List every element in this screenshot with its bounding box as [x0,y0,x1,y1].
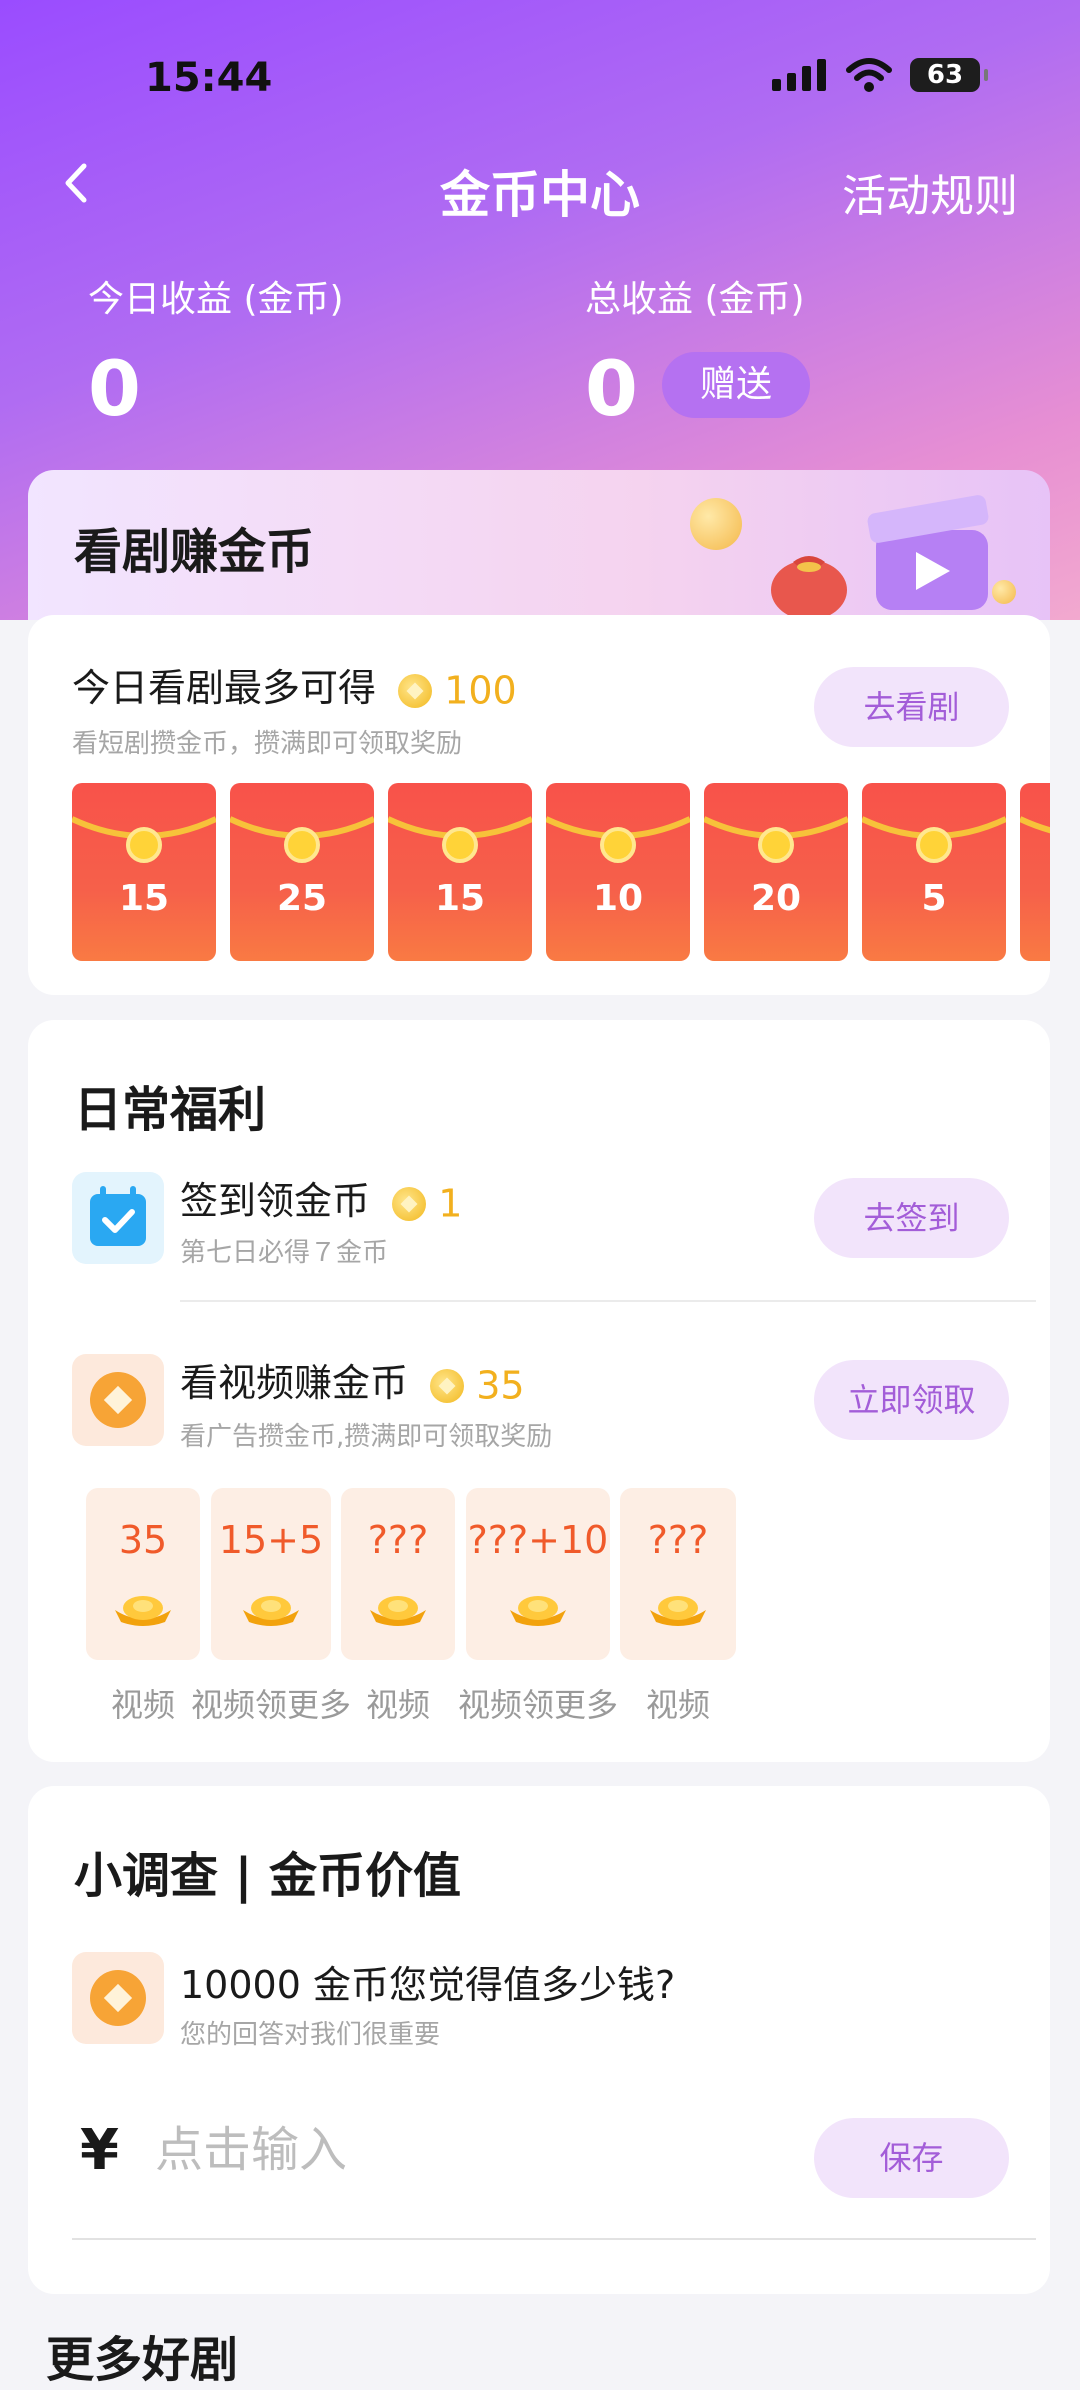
video-reward-tile[interactable]: 35 [86,1488,200,1660]
red-envelope[interactable]: 20 [704,783,848,961]
battery-indicator: 63 [910,58,988,92]
status-time: 15:44 [145,55,273,101]
red-envelope-value: 10 [592,878,644,919]
drama-row-title: 今日看剧最多可得 [72,666,377,710]
red-envelope-value: 15 [118,878,170,919]
video-clapper-icon [867,495,989,610]
coin-decoration-icon [690,498,742,550]
coin-icon [72,1952,164,2044]
status-indicators: 63 [772,58,988,92]
red-envelope-value: 20 [750,878,802,919]
gift-button[interactable]: 赠送 [662,352,810,418]
input-underline [72,2238,1036,2240]
red-envelope-value: 25 [276,878,328,919]
coin-bag-icon [771,556,847,620]
survey-section-title: 小调查 | 金币价值 [74,1848,461,1904]
video-reward-tiles: 35 视频 15+5 视频领更多??? 视频 ???+10 视频领更多??? 视频 [28,1020,1050,1762]
signal-icon [772,59,826,91]
video-reward-label: 视频 [645,1686,710,1724]
red-envelope-row[interactable]: 15 25 15 10 20 5 [72,783,1050,963]
gold-ingot-icon [506,1588,570,1632]
activity-rules-link[interactable]: 活动规则 [842,160,1018,224]
gold-ingot-icon [111,1588,175,1632]
wifi-icon [846,58,892,92]
red-envelope[interactable] [1020,783,1050,961]
today-earnings-label: 今日收益 (金币) [88,279,344,320]
red-envelope[interactable]: 10 [546,783,690,961]
red-envelope-value: 5 [921,878,947,919]
gold-ingot-icon [366,1588,430,1632]
watch-drama-button[interactable]: 去看剧 [814,667,1009,747]
drama-section-title: 看剧赚金币 [74,524,315,580]
red-envelope[interactable]: 25 [230,783,374,961]
nav-bar: 金币中心 活动规则 [0,150,1080,230]
drama-max-amount: 100 [444,668,517,713]
today-earnings: 今日收益 (金币) 0 [88,270,344,433]
video-reward-value: ??? [647,1518,709,1562]
video-reward-tile[interactable]: 15+5 [211,1488,331,1660]
value-input[interactable] [153,2104,777,2196]
video-reward-value: 15+5 [218,1518,324,1562]
video-reward-value: ???+10 [467,1518,609,1562]
video-reward-value: ??? [367,1518,429,1562]
survey-card: 小调查 | 金币价值 10000 金币您觉得值多少钱? 您的回答对我们很重要 ¥… [28,1786,1050,2294]
save-button[interactable]: 保存 [814,2118,1009,2198]
drama-row: 今日看剧最多可得 100 [72,657,517,713]
yen-symbol: ¥ [80,2118,119,2183]
drama-row-subtitle: 看短剧攒金币，攒满即可领取奖励 [72,729,463,759]
drama-card-header: 看剧赚金币 [28,470,1050,620]
red-envelope[interactable]: 15 [72,783,216,961]
video-reward-value: 35 [118,1518,168,1562]
status-bar: 15:44 63 [0,0,1080,150]
gold-ingot-icon [239,1588,303,1632]
total-earnings-label: 总收益 (金币) [585,279,805,320]
daily-benefits-card: 日常福利 签到领金币 1 第七日必得７金币 去签到 看视频赚金币 35 看广告攒… [28,1020,1050,1762]
red-envelope-value: 15 [434,878,486,919]
survey-subtitle: 您的回答对我们很重要 [180,2020,441,2050]
video-reward-tile[interactable]: ???+10 [466,1488,610,1660]
video-reward-tile[interactable]: ??? [620,1488,736,1660]
more-dramas-title: 更多好剧 [46,2332,239,2388]
today-earnings-value: 0 [88,344,141,433]
drama-card: 今日看剧最多可得 100 看短剧攒金币，攒满即可领取奖励 去看剧 15 25 15 1… [28,615,1050,995]
red-envelope[interactable]: 5 [862,783,1006,961]
survey-question: 10000 金币您觉得值多少钱? [180,1963,676,2007]
gold-ingot-icon [646,1588,710,1632]
video-reward-tile[interactable]: ??? [341,1488,455,1660]
red-envelope[interactable]: 15 [388,783,532,961]
gold-coin-icon [398,673,433,708]
